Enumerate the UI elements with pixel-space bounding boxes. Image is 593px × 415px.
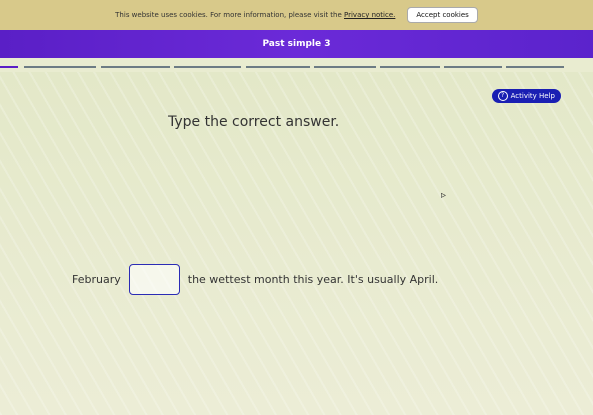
- answer-input[interactable]: [128, 264, 180, 295]
- progress-segment-3: [101, 66, 170, 68]
- progress-segment-8: [444, 66, 502, 68]
- question-sentence: February the wettest month this year. It…: [72, 264, 438, 295]
- progress-bar: [0, 62, 593, 72]
- sentence-start: February: [72, 273, 121, 286]
- mouse-cursor-icon: ▹: [441, 190, 447, 201]
- privacy-notice-link[interactable]: Privacy notice.: [344, 11, 395, 19]
- activity-help-button[interactable]: ? Activity Help: [491, 89, 561, 103]
- cookie-banner: This website uses cookies. For more info…: [0, 0, 593, 30]
- progress-segment-1: [0, 66, 18, 68]
- cookie-text: This website uses cookies. For more info…: [115, 11, 395, 19]
- activity-help-label: Activity Help: [510, 92, 555, 100]
- instruction-text: Type the correct answer.: [168, 114, 340, 130]
- help-icon: ?: [497, 91, 508, 101]
- activity-header: Past simple 3: [0, 30, 593, 58]
- progress-segment-7: [380, 66, 440, 68]
- progress-segment-6: [314, 66, 376, 68]
- accept-cookies-button[interactable]: Accept cookies: [407, 7, 478, 23]
- progress-segment-5: [246, 66, 310, 68]
- page-title: Past simple 3: [262, 39, 331, 49]
- progress-segment-9: [506, 66, 564, 68]
- cookie-message: This website uses cookies. For more info…: [115, 11, 342, 19]
- progress-segment-2: [24, 66, 96, 68]
- progress-segment-4: [174, 66, 241, 68]
- sentence-end: the wettest month this year. It's usuall…: [187, 273, 439, 286]
